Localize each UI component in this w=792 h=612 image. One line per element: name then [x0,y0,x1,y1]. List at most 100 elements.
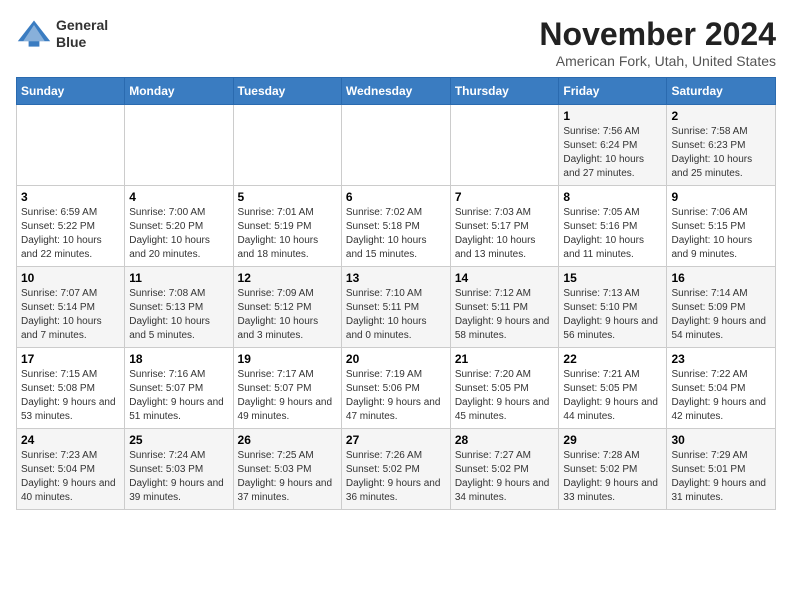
day-number: 8 [563,190,662,204]
day-info: Sunrise: 7:22 AM Sunset: 5:04 PM Dayligh… [671,368,771,424]
calendar-cell: 18 Sunrise: 7:16 AM Sunset: 5:07 PM Dayli… [125,348,233,429]
day-info: Sunrise: 7:00 AM Sunset: 5:20 PM Dayligh… [129,206,228,262]
day-number: 12 [238,271,337,285]
day-number: 5 [238,190,337,204]
day-number: 28 [455,433,555,447]
day-number: 10 [21,271,120,285]
calendar-week-4: 17Sunrise: 7:15 AM Sunset: 5:08 PM Dayli… [17,348,776,429]
calendar-cell: 28 Sunrise: 7:27 AM Sunset: 5:02 PM Dayli… [450,429,559,510]
calendar-cell: 16 Sunrise: 7:14 AM Sunset: 5:09 PM Dayli… [667,267,776,348]
day-info: Sunrise: 7:02 AM Sunset: 5:18 PM Dayligh… [346,206,446,262]
calendar-cell: 17Sunrise: 7:15 AM Sunset: 5:08 PM Dayli… [17,348,125,429]
weekday-header-wednesday: Wednesday [341,78,450,105]
weekday-header-sunday: Sunday [17,78,125,105]
day-info: Sunrise: 7:07 AM Sunset: 5:14 PM Dayligh… [21,287,120,343]
day-info: Sunrise: 7:29 AM Sunset: 5:01 PM Dayligh… [671,449,771,505]
calendar-cell [450,105,559,186]
calendar-cell: 23 Sunrise: 7:22 AM Sunset: 5:04 PM Dayli… [667,348,776,429]
day-number: 16 [671,271,771,285]
calendar-cell [233,105,341,186]
day-number: 6 [346,190,446,204]
day-number: 22 [563,352,662,366]
day-info: Sunrise: 7:12 AM Sunset: 5:11 PM Dayligh… [455,287,555,343]
day-number: 23 [671,352,771,366]
month-title: November 2024 [539,16,776,53]
calendar-cell: 10 Sunrise: 7:07 AM Sunset: 5:14 PM Dayli… [17,267,125,348]
day-number: 3 [21,190,120,204]
title-area: November 2024 American Fork, Utah, Unite… [539,16,776,69]
day-info: Sunrise: 7:56 AM Sunset: 6:24 PM Dayligh… [563,125,662,181]
calendar-cell [341,105,450,186]
day-info: Sunrise: 7:05 AM Sunset: 5:16 PM Dayligh… [563,206,662,262]
calendar-cell: 20 Sunrise: 7:19 AM Sunset: 5:06 PM Dayli… [341,348,450,429]
day-info: Sunrise: 7:13 AM Sunset: 5:10 PM Dayligh… [563,287,662,343]
day-info: Sunrise: 7:21 AM Sunset: 5:05 PM Dayligh… [563,368,662,424]
calendar-cell: 12 Sunrise: 7:09 AM Sunset: 5:12 PM Dayli… [233,267,341,348]
logo-text: General Blue [56,17,108,51]
day-number: 9 [671,190,771,204]
calendar-week-2: 3 Sunrise: 6:59 AM Sunset: 5:22 PM Daylig… [17,186,776,267]
day-info: Sunrise: 7:25 AM Sunset: 5:03 PM Dayligh… [238,449,337,505]
day-info: Sunrise: 7:28 AM Sunset: 5:02 PM Dayligh… [563,449,662,505]
day-info: Sunrise: 7:09 AM Sunset: 5:12 PM Dayligh… [238,287,337,343]
day-number: 17 [21,352,120,366]
day-info: Sunrise: 7:03 AM Sunset: 5:17 PM Dayligh… [455,206,555,262]
day-number: 4 [129,190,228,204]
weekday-header-saturday: Saturday [667,78,776,105]
day-info: Sunrise: 6:59 AM Sunset: 5:22 PM Dayligh… [21,206,120,262]
calendar-cell: 4 Sunrise: 7:00 AM Sunset: 5:20 PM Daylig… [125,186,233,267]
calendar-cell [125,105,233,186]
weekday-header-monday: Monday [125,78,233,105]
day-number: 15 [563,271,662,285]
calendar-cell: 21Sunrise: 7:20 AM Sunset: 5:05 PM Dayli… [450,348,559,429]
day-info: Sunrise: 7:01 AM Sunset: 5:19 PM Dayligh… [238,206,337,262]
day-info: Sunrise: 7:26 AM Sunset: 5:02 PM Dayligh… [346,449,446,505]
day-number: 2 [671,109,771,123]
calendar-cell: 30 Sunrise: 7:29 AM Sunset: 5:01 PM Dayli… [667,429,776,510]
day-number: 19 [238,352,337,366]
logo-icon [16,16,52,52]
calendar-week-1: 1 Sunrise: 7:56 AM Sunset: 6:24 PM Daylig… [17,105,776,186]
calendar-week-3: 10 Sunrise: 7:07 AM Sunset: 5:14 PM Dayli… [17,267,776,348]
day-number: 14 [455,271,555,285]
day-number: 13 [346,271,446,285]
calendar-cell: 26Sunrise: 7:25 AM Sunset: 5:03 PM Dayli… [233,429,341,510]
day-number: 18 [129,352,228,366]
day-info: Sunrise: 7:08 AM Sunset: 5:13 PM Dayligh… [129,287,228,343]
day-number: 20 [346,352,446,366]
day-number: 11 [129,271,228,285]
weekday-header-thursday: Thursday [450,78,559,105]
calendar-cell: 8 Sunrise: 7:05 AM Sunset: 5:16 PM Daylig… [559,186,667,267]
day-number: 25 [129,433,228,447]
day-info: Sunrise: 7:58 AM Sunset: 6:23 PM Dayligh… [671,125,771,181]
day-info: Sunrise: 7:16 AM Sunset: 5:07 PM Dayligh… [129,368,228,424]
calendar-cell: 6 Sunrise: 7:02 AM Sunset: 5:18 PM Daylig… [341,186,450,267]
weekday-header-tuesday: Tuesday [233,78,341,105]
day-info: Sunrise: 7:06 AM Sunset: 5:15 PM Dayligh… [671,206,771,262]
calendar-cell: 29 Sunrise: 7:28 AM Sunset: 5:02 PM Dayli… [559,429,667,510]
calendar-cell: 11 Sunrise: 7:08 AM Sunset: 5:13 PM Dayli… [125,267,233,348]
day-info: Sunrise: 7:24 AM Sunset: 5:03 PM Dayligh… [129,449,228,505]
calendar-cell: 27 Sunrise: 7:26 AM Sunset: 5:02 PM Dayli… [341,429,450,510]
calendar-cell: 9 Sunrise: 7:06 AM Sunset: 5:15 PM Daylig… [667,186,776,267]
calendar-table: SundayMondayTuesdayWednesdayThursdayFrid… [16,77,776,510]
day-info: Sunrise: 7:27 AM Sunset: 5:02 PM Dayligh… [455,449,555,505]
day-info: Sunrise: 7:14 AM Sunset: 5:09 PM Dayligh… [671,287,771,343]
calendar-cell [17,105,125,186]
calendar-cell: 5 Sunrise: 7:01 AM Sunset: 5:19 PM Daylig… [233,186,341,267]
day-info: Sunrise: 7:20 AM Sunset: 5:05 PM Dayligh… [455,368,555,424]
day-number: 27 [346,433,446,447]
calendar-cell: 22 Sunrise: 7:21 AM Sunset: 5:05 PM Dayli… [559,348,667,429]
day-number: 30 [671,433,771,447]
day-info: Sunrise: 7:19 AM Sunset: 5:06 PM Dayligh… [346,368,446,424]
calendar-cell: 24Sunrise: 7:23 AM Sunset: 5:04 PM Dayli… [17,429,125,510]
calendar-cell: 13Sunrise: 7:10 AM Sunset: 5:11 PM Dayli… [341,267,450,348]
day-number: 29 [563,433,662,447]
calendar-cell: 15 Sunrise: 7:13 AM Sunset: 5:10 PM Dayli… [559,267,667,348]
calendar-cell: 2 Sunrise: 7:58 AM Sunset: 6:23 PM Daylig… [667,105,776,186]
calendar-cell: 19Sunrise: 7:17 AM Sunset: 5:07 PM Dayli… [233,348,341,429]
day-number: 1 [563,109,662,123]
logo: General Blue [16,16,108,52]
calendar-cell: 1 Sunrise: 7:56 AM Sunset: 6:24 PM Daylig… [559,105,667,186]
day-number: 7 [455,190,555,204]
